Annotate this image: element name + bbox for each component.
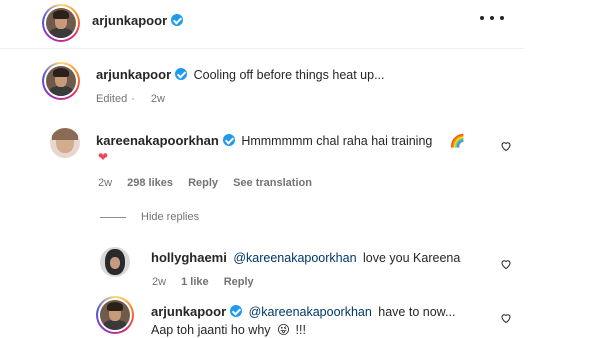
reply-reply-button[interactable]: Reply — [224, 276, 254, 288]
comment-avatar[interactable] — [50, 128, 80, 158]
caption-line: arjunkapoor Cooling off before things he… — [96, 67, 385, 82]
reply-text: love you Kareena — [363, 251, 461, 265]
reply2-mention[interactable]: @kareenakapoorkhan — [249, 305, 372, 319]
comment-likes[interactable]: 298 likes — [127, 177, 173, 189]
story-ring[interactable] — [42, 4, 80, 42]
post-header: arjunkapoor — [0, 0, 600, 48]
hide-replies-line — [100, 217, 126, 218]
verified-badge-icon — [230, 305, 243, 317]
caption-time: 2w — [150, 93, 165, 105]
verified-badge-icon — [171, 14, 184, 26]
reply-like-heart-icon[interactable] — [500, 257, 512, 270]
reply2-avatar — [100, 300, 130, 330]
reply-meta: 2w 1 like Reply — [152, 276, 266, 288]
caption-text: Cooling off before things heat up... — [193, 68, 385, 82]
reply2-like-heart-icon[interactable] — [500, 311, 512, 324]
comment-reply-button[interactable]: Reply — [188, 177, 218, 189]
header-divider — [0, 48, 524, 49]
comment-username[interactable]: kareenakapoorkhan — [96, 133, 219, 148]
rainbow-emoji: 🌈 — [449, 134, 466, 148]
verified-badge-icon — [222, 134, 235, 146]
reply2-line2: Aap toh jaanti ho why 😜 !!! — [151, 322, 306, 337]
comment-text: Hmmmmmm chal raha hai training — [241, 134, 433, 148]
like-heart-icon[interactable] — [500, 139, 512, 152]
comment-time: 2w — [98, 177, 113, 189]
reply2-username[interactable]: arjunkapoor — [151, 304, 226, 319]
avatar — [46, 8, 76, 38]
caption-avatar — [46, 66, 76, 96]
post-username[interactable]: arjunkapoor — [92, 13, 167, 28]
reply-mention[interactable]: @kareenakapoorkhan — [233, 251, 356, 265]
edited-label: Edited — [96, 93, 128, 105]
see-translation-link[interactable]: See translation — [233, 177, 312, 189]
verified-badge-icon — [175, 68, 188, 80]
reply-likes[interactable]: 1 like — [181, 276, 209, 288]
reply2-text3: !!! — [295, 323, 306, 337]
reply-time: 2w — [152, 276, 167, 288]
more-options-icon[interactable] — [480, 12, 504, 24]
wink-emoji: 😜 — [277, 323, 291, 337]
comment-meta: 2w 298 likes Reply See translation — [98, 177, 324, 189]
reply2-line: arjunkapoor @kareenakapoorkhan have to n… — [151, 304, 491, 319]
reply-avatar[interactable] — [100, 247, 130, 277]
heart-emoji: ❤ — [98, 150, 109, 164]
reply-username[interactable]: hollyghaemi — [151, 250, 227, 265]
hide-replies-button[interactable]: Hide replies — [141, 211, 199, 223]
caption-username[interactable]: arjunkapoor — [96, 67, 171, 82]
reply2-text: have to now... — [378, 305, 456, 319]
caption-story-ring[interactable] — [42, 62, 80, 100]
caption-meta: Edited · 2w — [96, 93, 165, 105]
reply2-story-ring[interactable] — [96, 296, 134, 334]
comment-line: kareenakapoorkhan Hmmmmmm chal raha hai … — [96, 133, 486, 149]
reply-line: hollyghaemi @kareenakapoorkhan love you … — [151, 250, 460, 265]
reply2-text2: Aap toh jaanti ho why — [151, 323, 271, 337]
